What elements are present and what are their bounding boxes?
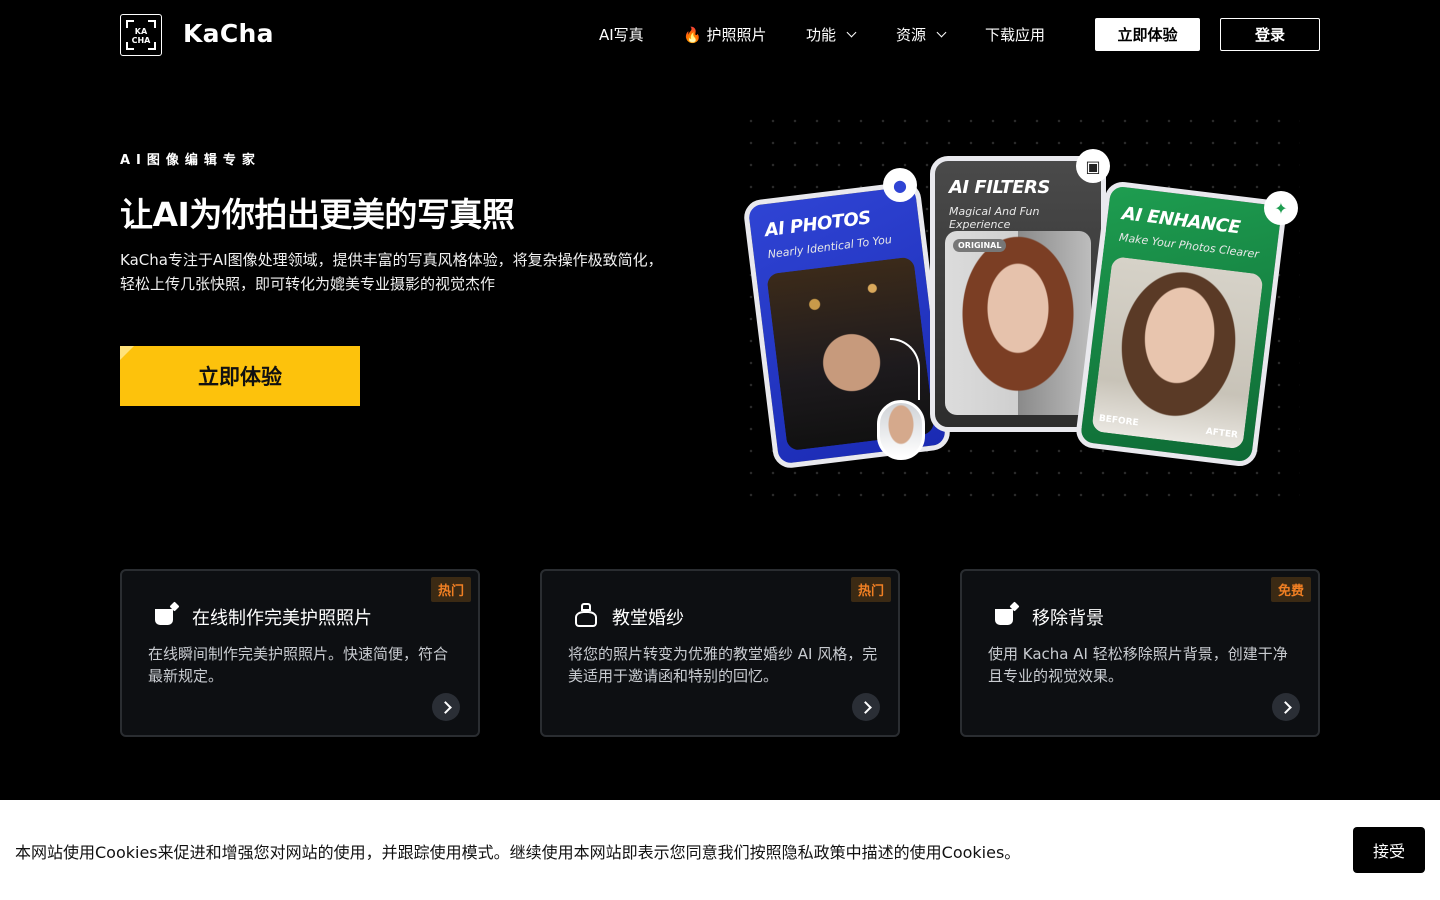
image-icon: ▣ [1076, 149, 1110, 183]
hero-cta-button[interactable]: 立即体验 [120, 346, 360, 406]
logo-mark-icon[interactable]: KA CHA [120, 14, 162, 56]
header: KA CHA KaCha AI写真 🔥 护照照片 功能 资源 下载应用 立即体验… [0, 0, 1440, 70]
nav-item-download[interactable]: 下载应用 [985, 24, 1045, 45]
nav-item-resources[interactable]: 资源 [896, 24, 947, 45]
portrait-photo: ORIGINAL [945, 231, 1091, 415]
feature-title: 在线制作完美护照照片 [192, 608, 372, 629]
dress-icon [572, 601, 600, 629]
enhance-icon: ✦ [1264, 191, 1298, 225]
feature-title: 移除背景 [1032, 608, 1104, 629]
after-label: AFTER [1205, 426, 1239, 441]
nav-item-ai-photos[interactable]: AI写真 [599, 24, 644, 45]
cookie-text: 本网站使用Cookies来促进和增强您对网站的使用，并跟踪使用模式。继续使用本网… [15, 843, 1021, 862]
feature-description: 在线瞬间制作完美护照照片。快速简便，符合最新规定。 [148, 645, 449, 685]
logo-mark-text: CHA [131, 36, 151, 45]
chevron-right-icon[interactable] [432, 693, 460, 721]
card-ai-filters: AI FILTERS Magical And Fun Experience OR… [930, 156, 1106, 432]
cookie-banner: 本网站使用Cookies来促进和增强您对网站的使用，并跟踪使用模式。继续使用本网… [0, 800, 1440, 900]
chevron-right-icon[interactable] [852, 693, 880, 721]
status-badge: 热门 [850, 577, 891, 602]
feature-title: 教堂婚纱 [612, 608, 684, 629]
hero-description: KaCha专注于AI图像处理领域，提供丰富的写真风格体验，将复杂操作极致简化，轻… [120, 251, 663, 293]
card-title: AI FILTERS [949, 177, 1050, 198]
logo-mark-text: KA [134, 27, 148, 36]
brand-name[interactable]: KaCha [183, 19, 274, 48]
card-ai-enhance: AI ENHANCE Make Your Photos Clearer BEFO… [1074, 179, 1288, 469]
bag-icon [152, 601, 180, 629]
original-tag: ORIGINAL [953, 239, 1007, 252]
feature-card-passport[interactable]: 热门 在线制作完美护照照片 在线瞬间制作完美护照照片。快速简便，符合最新规定。 [120, 569, 480, 737]
feature-card-remove-bg[interactable]: 免费 移除背景 使用 Kacha AI 轻松移除照片背景，创建干净且专业的视觉效… [960, 569, 1320, 737]
login-button[interactable]: 登录 [1220, 18, 1320, 51]
avatar [877, 400, 925, 460]
status-badge: 热门 [430, 577, 471, 602]
hero-eyebrow: AI图像编辑专家 [120, 153, 261, 168]
card-subtitle: Magical And Fun Experience [949, 205, 1040, 231]
nav-item-passport[interactable]: 🔥 护照照片 [683, 24, 766, 45]
chevron-down-icon [846, 27, 857, 37]
cookie-accept-button[interactable]: 接受 [1353, 827, 1425, 873]
card-title: AI PHOTOS [763, 207, 872, 242]
portrait-photo: BEFORE AFTER [1091, 256, 1264, 450]
try-now-button[interactable]: 立即体验 [1095, 18, 1200, 51]
chevron-down-icon [936, 27, 947, 37]
bag-icon [992, 601, 1020, 629]
hero-title: 让AI为你拍出更美的写真照 [120, 195, 515, 234]
feature-description: 将您的照片转变为优雅的教堂婚纱 AI 风格，完美适用于邀请函和特别的回忆。 [568, 645, 878, 685]
hero-illustration: AI PHOTOS Nearly Identical To You AI FIL… [740, 110, 1300, 505]
user-icon: ● [883, 168, 917, 202]
feature-card-wedding[interactable]: 热门 教堂婚纱 将您的照片转变为优雅的教堂婚纱 AI 风格，完美适用于邀请函和特… [540, 569, 900, 737]
chevron-right-icon[interactable] [1272, 693, 1300, 721]
feature-description: 使用 Kacha AI 轻松移除照片背景，创建干净且专业的视觉效果。 [988, 645, 1288, 685]
nav-item-features[interactable]: 功能 [806, 24, 857, 45]
before-label: BEFORE [1098, 413, 1140, 429]
status-badge: 免费 [1270, 577, 1311, 602]
